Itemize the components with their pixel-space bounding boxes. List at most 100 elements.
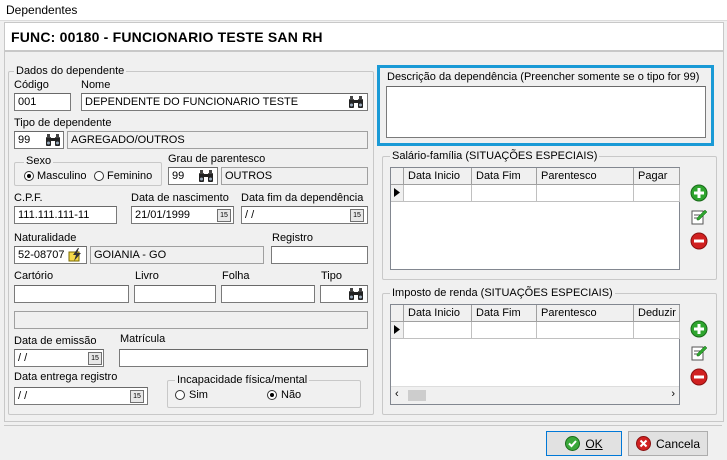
fim-label: Data fim da dependência — [241, 192, 364, 204]
grid-corner — [391, 305, 404, 322]
grau-desc: OUTROS — [221, 167, 368, 185]
lightning-icon — [68, 248, 81, 262]
calendar-icon: 15 — [353, 212, 361, 219]
registro-input[interactable] — [271, 246, 368, 264]
grid-cell[interactable] — [404, 185, 472, 202]
folha-label: Folha — [222, 270, 250, 282]
emissao-label: Data de emissão — [14, 335, 97, 347]
tipo2-search-button[interactable] — [347, 286, 365, 302]
nascimento-label: Data de nascimento — [131, 192, 229, 204]
entrega-calendar-button[interactable]: 15 — [130, 390, 144, 403]
scroll-left-icon[interactable]: ‹ — [395, 388, 399, 400]
codigo-input[interactable]: 001 — [14, 93, 71, 111]
livro-label: Livro — [135, 270, 159, 282]
calendar-icon: 15 — [91, 355, 99, 362]
radio-masculino[interactable] — [24, 171, 34, 181]
fim-calendar-button[interactable]: 15 — [350, 209, 364, 222]
salario-remove-button[interactable] — [690, 232, 708, 250]
imposto-col-inicio[interactable]: Data Inicio — [404, 305, 472, 322]
grid-cell[interactable] — [634, 322, 680, 339]
cpf-label: C.P.F. — [14, 192, 43, 204]
cpf-input[interactable]: 111.111.111-11 — [14, 206, 117, 224]
row-indicator — [391, 322, 404, 339]
binoculars-icon — [199, 169, 213, 182]
radio-nao[interactable] — [267, 390, 277, 400]
imposto-remove-button[interactable] — [690, 368, 708, 386]
sexo-masculino-label: Masculino — [37, 170, 87, 182]
edit-icon — [691, 209, 708, 225]
calendar-icon: 15 — [133, 393, 141, 400]
salario-col-pagar[interactable]: Pagar — [634, 168, 680, 185]
salario-col-fim[interactable]: Data Fim — [472, 168, 537, 185]
imposto-col-fim[interactable]: Data Fim — [472, 305, 537, 322]
descricao-label: Descrição da dependência (Preencher some… — [387, 71, 700, 83]
grid-corner — [391, 168, 404, 185]
grid-cell[interactable] — [404, 322, 472, 339]
edit-icon — [691, 345, 708, 361]
ok-button[interactable]: OK — [546, 431, 622, 456]
emissao-calendar-button[interactable]: 15 — [88, 352, 102, 365]
window-titlebar: Dependentes — [0, 0, 727, 21]
tipo-search-button[interactable] — [44, 132, 62, 148]
tipo2-label: Tipo — [321, 270, 342, 282]
cancel-label: Cancela — [655, 436, 701, 451]
incap-nao-label: Não — [281, 389, 302, 401]
cancel-x-icon — [635, 436, 651, 451]
imposto-col-deduzir[interactable]: Deduzir — [634, 305, 680, 322]
tipo-label: Tipo de dependente — [14, 117, 112, 129]
nome-label: Nome — [81, 79, 111, 91]
matricula-input[interactable] — [119, 349, 368, 367]
radio-feminino[interactable] — [94, 171, 104, 181]
radio-sim[interactable] — [175, 390, 185, 400]
nascimento-calendar-button[interactable]: 15 — [217, 209, 231, 222]
cartorio-input[interactable] — [14, 285, 129, 303]
imposto-add-button[interactable] — [690, 320, 708, 338]
salario-col-inicio[interactable]: Data Inicio — [404, 168, 472, 185]
salario-grid[interactable]: Data Inicio Data Fim Parentesco Pagar — [390, 167, 680, 270]
sexo-masculino-radio[interactable]: Masculino — [24, 170, 87, 182]
salario-add-button[interactable] — [690, 184, 708, 202]
binoculars-icon — [349, 287, 363, 300]
dados-group-label: Dados do dependente — [14, 65, 127, 77]
descricao-input[interactable] — [386, 86, 706, 138]
salario-col-parentesco[interactable]: Parentesco — [537, 168, 634, 185]
employee-header: FUNC: 00180 - FUNCIONARIO TESTE SAN RH — [4, 22, 724, 52]
entrega-label: Data entrega registro — [14, 371, 118, 383]
grid-cell[interactable] — [472, 322, 537, 339]
grau-label: Grau de parentesco — [168, 153, 266, 165]
incap-nao-radio[interactable]: Não — [267, 389, 301, 401]
salario-label: Salário-família (SITUAÇÕES ESPECIAIS) — [390, 150, 600, 162]
scroll-thumb[interactable] — [408, 390, 426, 401]
ok-check-icon — [565, 436, 581, 451]
salario-edit-button[interactable] — [690, 208, 708, 226]
cancel-button[interactable]: Cancela — [628, 431, 708, 456]
row-indicator — [391, 185, 404, 202]
sexo-label: Sexo — [24, 155, 54, 167]
naturalidade-search-button[interactable] — [67, 247, 85, 263]
registro-label: Registro — [272, 232, 313, 244]
imposto-hscrollbar[interactable]: ‹ › — [391, 386, 679, 404]
binoculars-icon — [46, 133, 60, 146]
incap-sim-radio[interactable]: Sim — [175, 389, 208, 401]
imposto-grid[interactable]: Data Inicio Data Fim Parentesco Deduzir … — [390, 304, 680, 405]
matricula-label: Matrícula — [120, 333, 166, 345]
imposto-col-parentesco[interactable]: Parentesco — [537, 305, 634, 322]
imposto-edit-button[interactable] — [690, 344, 708, 362]
fim-input[interactable]: / / — [241, 206, 368, 224]
cartorio-label: Cartório — [14, 270, 54, 282]
entrega-input[interactable]: / / — [14, 387, 148, 405]
nome-input[interactable]: DEPENDENTE DO FUNCIONARIO TESTE — [81, 93, 368, 111]
sexo-feminino-label: Feminino — [107, 170, 153, 182]
naturalidade-label: Naturalidade — [14, 232, 77, 244]
grid-cell[interactable] — [537, 185, 634, 202]
add-icon — [690, 320, 708, 338]
nome-search-button[interactable] — [347, 94, 365, 110]
sexo-feminino-radio[interactable]: Feminino — [94, 170, 152, 182]
folha-input[interactable] — [221, 285, 315, 303]
livro-input[interactable] — [134, 285, 216, 303]
grid-cell[interactable] — [634, 185, 680, 202]
grau-search-button[interactable] — [197, 168, 215, 184]
grid-cell[interactable] — [537, 322, 634, 339]
scroll-right-icon[interactable]: › — [671, 388, 675, 400]
grid-cell[interactable] — [472, 185, 537, 202]
